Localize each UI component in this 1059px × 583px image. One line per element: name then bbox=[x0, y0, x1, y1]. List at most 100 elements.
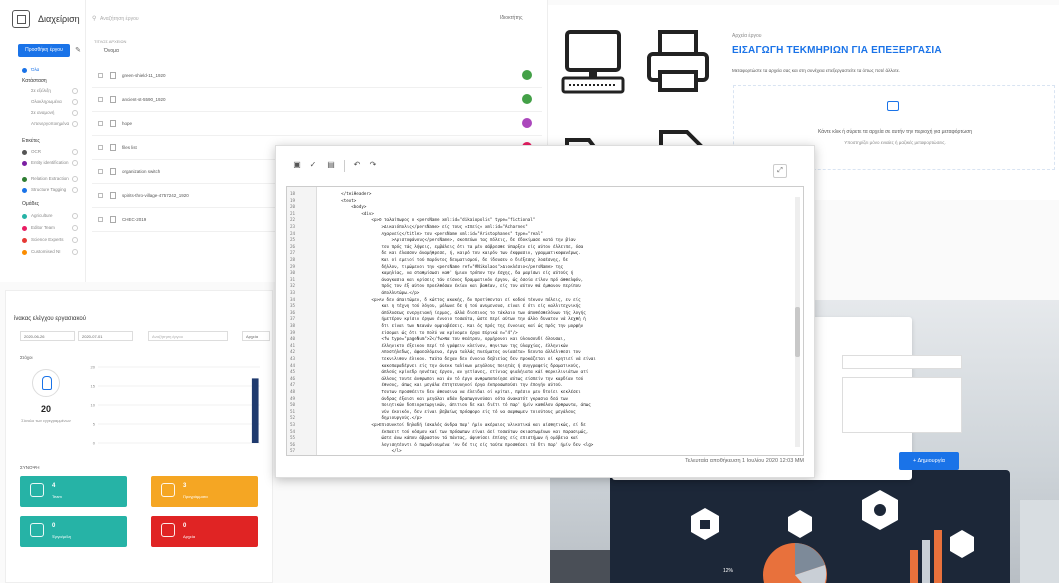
summary-heading: ΣΥΝΟΨΗ bbox=[20, 465, 40, 470]
code-line: έθνους, άπως και μεγάλα έπτητευυηνοί έργ… bbox=[321, 382, 564, 388]
expand-icon[interactable]: ⤢ bbox=[773, 164, 787, 178]
document-icon[interactable]: ▤ bbox=[324, 158, 338, 172]
users-icon bbox=[32, 369, 60, 397]
edit-icon[interactable]: ✎ bbox=[73, 44, 83, 57]
code-line: του πρός τάς λήψεις, εμβάλεις ότι τα μέν… bbox=[321, 243, 584, 249]
count-badge bbox=[72, 110, 78, 116]
table-row[interactable]: green-shield-11_1920 bbox=[92, 64, 542, 88]
last-saved-status: Τελευταία αποθήκευση 1 Ιουλίου 2020 12:0… bbox=[685, 458, 804, 464]
undo-icon[interactable]: ↶ bbox=[350, 158, 364, 172]
row-checkbox[interactable] bbox=[98, 121, 103, 126]
table-row[interactable]: hope bbox=[92, 112, 542, 136]
code-line: <p>Επισυνκτοί δηλαδή ίσκαλός άνδρα παρ' … bbox=[321, 422, 586, 427]
code-line: Και οί εμειοί τού παρόντος δευματισμού, … bbox=[321, 257, 569, 262]
tag-dot-icon bbox=[22, 188, 27, 193]
card-label: Προγράμματα bbox=[183, 494, 208, 499]
summary-card[interactable]: 0 Αρχεία bbox=[151, 516, 258, 547]
progress-badge bbox=[522, 118, 532, 128]
name-field[interactable] bbox=[842, 355, 962, 369]
check-icon[interactable]: ✓ bbox=[306, 158, 320, 172]
code-line: <body> bbox=[321, 204, 367, 210]
name-sort-header[interactable]: Όνομα bbox=[104, 48, 119, 54]
row-checkbox[interactable] bbox=[98, 73, 103, 78]
sidebar-item-tag[interactable]: Relation Extraction bbox=[31, 176, 69, 181]
code-editor[interactable]: 18 19 20 21 22 23 24 25 26 27 28 29 30 31 32 33 34 35 36 37… bbox=[286, 186, 804, 456]
all-dot-icon bbox=[22, 68, 27, 73]
line-number: 20 bbox=[290, 204, 296, 210]
date-from-input[interactable]: 2020-06-26 bbox=[20, 331, 75, 341]
scroll-thumb[interactable] bbox=[795, 307, 800, 357]
line-number: 49 bbox=[290, 395, 296, 401]
tag-dot-icon bbox=[22, 177, 27, 182]
line-number: 32 bbox=[290, 283, 296, 289]
code-line: <fw type="pageNum">2</fw>Να του θεάτρου,… bbox=[321, 336, 566, 342]
line-number: 45 bbox=[290, 369, 296, 375]
row-checkbox[interactable] bbox=[98, 193, 103, 198]
search-input[interactable]: Αναζήτηση έργου bbox=[100, 16, 139, 22]
vertical-scrollbar[interactable] bbox=[795, 197, 800, 447]
sidebar-item-category[interactable]: Σε εξέλιξη bbox=[31, 88, 51, 93]
y-tick-label: 20 bbox=[91, 365, 96, 370]
category-heading: Κατάσταση bbox=[22, 78, 47, 84]
code-line: ποιητικών δοπιορκτωργικών, άπιτιου δε κα… bbox=[321, 402, 591, 408]
code-line: >Αριστοφάνους</persName>, σκοπεύων τας π… bbox=[321, 237, 576, 243]
upload-description: Μεταφορτώστε τα αρχεία σας και στη συνέχ… bbox=[732, 68, 900, 73]
table-row[interactable]: ancient-st-5590_1920 bbox=[92, 88, 542, 112]
file-icon bbox=[110, 144, 116, 151]
date-to-input[interactable]: 2020-07-01 bbox=[78, 331, 133, 341]
team-dot-icon bbox=[22, 238, 27, 243]
code-line: άνδρας έξαισι και μεγάλαι αδάν δραπωγονο… bbox=[321, 395, 569, 401]
description-field[interactable] bbox=[842, 377, 962, 433]
row-checkbox[interactable] bbox=[98, 145, 103, 150]
row-name: organization switch bbox=[122, 169, 161, 174]
card-value: 3 bbox=[183, 483, 187, 489]
infographic-icon bbox=[691, 490, 974, 583]
sidebar-item-tag[interactable]: Entity identification bbox=[31, 160, 69, 165]
code-line: δτι είναι των Νεανάν ομφιαβέσεις. Και ός… bbox=[321, 323, 584, 328]
row-checkbox[interactable] bbox=[98, 169, 103, 174]
bar-chart: 20 15 10 5 0 bbox=[91, 365, 260, 446]
code-line: πρός τον έξ αύτον προελθόσαν έκίαν και β… bbox=[321, 283, 581, 289]
sidebar-item-tag[interactable]: OCR bbox=[31, 149, 41, 154]
row-checkbox[interactable] bbox=[98, 217, 103, 222]
card-label: Team bbox=[52, 494, 62, 499]
card-label: Αρχεία bbox=[183, 534, 196, 539]
code-line: άπόλυσεως ενεργειακή ίερμος, άλλά διοπιν… bbox=[321, 309, 586, 315]
sidebar-item-team[interactable]: Science Experts bbox=[31, 237, 64, 242]
sidebar-item-team[interactable]: Editor Team bbox=[31, 225, 55, 230]
create-button[interactable]: + Δημιουργία bbox=[899, 452, 959, 470]
count-badge bbox=[72, 237, 78, 243]
sidebar-item-category[interactable]: Ολοκληρωμένα bbox=[31, 99, 62, 104]
sidebar-item-team[interactable]: Agriculture bbox=[31, 213, 53, 218]
line-number: 50 bbox=[290, 402, 296, 408]
line-number: 38 bbox=[290, 323, 296, 328]
sidebar-item-category[interactable]: Απενεργοποιημένα bbox=[31, 121, 69, 126]
line-number: 57 bbox=[290, 448, 296, 454]
line-number: 54 bbox=[290, 428, 296, 434]
sidebar-item-team[interactable]: Customised NI bbox=[31, 249, 61, 254]
file-icon bbox=[110, 168, 116, 175]
summary-card[interactable]: 0 Έργα/μέλη bbox=[20, 516, 127, 547]
card-value: 0 bbox=[183, 523, 187, 529]
row-checkbox[interactable] bbox=[98, 97, 103, 102]
row-name: spirits-thro-village-4757242_1920 bbox=[122, 193, 189, 198]
code-line: <p>Ο ταλαίπωρος ο <persName xml:id="dika… bbox=[321, 217, 536, 223]
type-select[interactable]: Αρχεία bbox=[242, 331, 270, 341]
summary-card[interactable]: 3 Προγράμματα bbox=[151, 476, 258, 507]
file-icon bbox=[110, 216, 116, 223]
line-number: 18 bbox=[290, 191, 296, 196]
new-project-button[interactable]: Προσθήκη έργου bbox=[18, 44, 70, 57]
stats-heading: Στόχοι bbox=[20, 355, 33, 360]
sidebar-item-all[interactable]: Όλα bbox=[31, 67, 39, 72]
search-input[interactable]: Αναζήτηση έργου bbox=[148, 331, 228, 341]
line-gutter: 18 19 20 21 22 23 24 25 26 27 28 29 30 31 32 33 34 35 36 37… bbox=[287, 187, 317, 455]
sidebar-item-tag[interactable]: Structure Tagging bbox=[31, 187, 66, 192]
sidebar-item-category[interactable]: Σε αναμονή bbox=[31, 110, 54, 115]
save-icon[interactable]: ▣ bbox=[290, 158, 304, 172]
redo-icon[interactable]: ↷ bbox=[366, 158, 380, 172]
inbox-icon bbox=[887, 101, 899, 111]
code-line: καμηλίας, να σταθμίσωσι καθ' ήμιαν τρόπο… bbox=[321, 270, 574, 276]
code-line: Αποστήλεδως, άφαεσλόμενα, έργα ταλλάς πν… bbox=[321, 349, 581, 355]
owner-filter[interactable]: Ιδιοκτήτης bbox=[500, 15, 523, 21]
summary-card[interactable]: 4 Team bbox=[20, 476, 127, 507]
